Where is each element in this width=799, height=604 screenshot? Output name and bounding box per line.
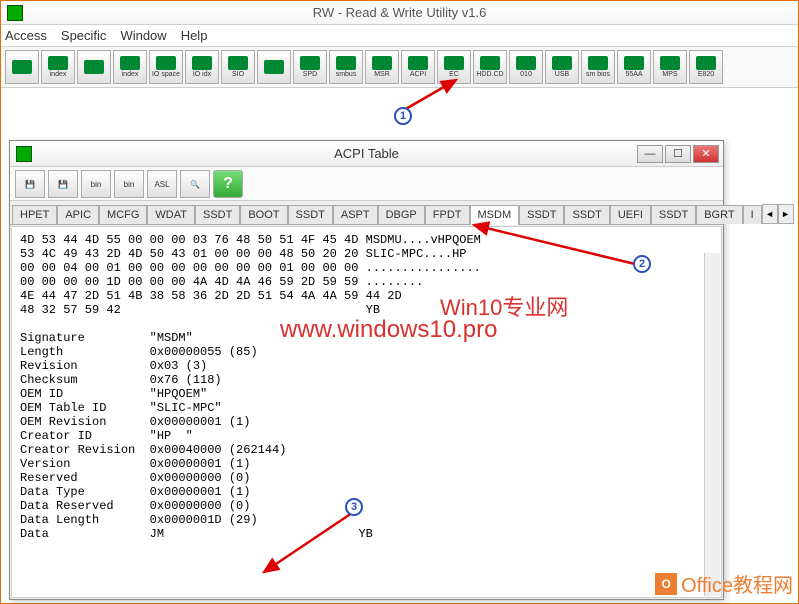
spd-icon[interactable]: SPD: [293, 50, 327, 84]
mem-icon[interactable]: [5, 50, 39, 84]
index-icon[interactable]: index: [41, 50, 75, 84]
arrow-to-data: [260, 510, 360, 583]
smbus-icon[interactable]: smbus: [329, 50, 363, 84]
savebins-icon[interactable]: bin: [114, 170, 144, 198]
tab-aspt-7[interactable]: ASPT: [333, 205, 378, 224]
tab-hpet-0[interactable]: HPET: [12, 205, 57, 224]
tab-wdat-3[interactable]: WDAT: [147, 205, 195, 224]
menu-specific[interactable]: Specific: [61, 28, 107, 43]
tab-ssdt-4[interactable]: SSDT: [195, 205, 240, 224]
sio-icon[interactable]: SIO: [221, 50, 255, 84]
menu-help[interactable]: Help: [181, 28, 208, 43]
tab-apic-1[interactable]: APIC: [57, 205, 99, 224]
tab-bgrt-15[interactable]: BGRT: [696, 205, 742, 224]
index2-icon[interactable]: index: [113, 50, 147, 84]
main-titlebar: RW - Read & Write Utility v1.6: [1, 1, 798, 25]
tab-dbgp-8[interactable]: DBGP: [378, 205, 425, 224]
tab-scroll-right[interactable]: ►: [778, 204, 794, 224]
mem2-icon[interactable]: [77, 50, 111, 84]
child-app-icon: [16, 146, 32, 162]
tab-fpdt-9[interactable]: FPDT: [425, 205, 470, 224]
hex-text: 4D 53 44 4D 55 00 00 00 03 76 48 50 51 4…: [20, 233, 713, 541]
close-button[interactable]: ✕: [693, 145, 719, 163]
asl-icon[interactable]: ASL: [147, 170, 177, 198]
arrow-to-acpi-icon: [404, 78, 464, 121]
child-title: ACPI Table: [10, 146, 723, 161]
tab-i-16[interactable]: I: [743, 205, 762, 224]
arrow-to-msdm-tab: [470, 222, 640, 275]
tab-boot-5[interactable]: BOOT: [240, 205, 287, 224]
logo-text: Office教程网: [681, 569, 793, 598]
child-toolbar: 💾💾binbinASL🔍?: [10, 167, 723, 201]
ioindex-icon[interactable]: IO idx: [185, 50, 219, 84]
hdd-icon[interactable]: HDD.CD: [473, 50, 507, 84]
hex-content-pane[interactable]: 4D 53 44 4D 55 00 00 00 03 76 48 50 51 4…: [11, 226, 722, 598]
e820-icon[interactable]: E820: [689, 50, 723, 84]
savebin-icon[interactable]: bin: [81, 170, 111, 198]
callout-1: 1: [394, 107, 412, 125]
search-icon[interactable]: 🔍: [180, 170, 210, 198]
fivefiveaa-icon[interactable]: 55AA: [617, 50, 651, 84]
iospace-icon[interactable]: IO space: [149, 50, 183, 84]
callout-3: 3: [345, 498, 363, 516]
maximize-button[interactable]: ☐: [665, 145, 691, 163]
vertical-scrollbar[interactable]: [704, 253, 720, 596]
tab-scroll-left[interactable]: ◄: [762, 204, 778, 224]
minimize-button[interactable]: —: [637, 145, 663, 163]
logo-square-icon: O: [655, 573, 677, 595]
tab-ssdt-6[interactable]: SSDT: [288, 205, 333, 224]
main-toolbar: indexindexIO spaceIO idxSIOSPDsmbusMSRAC…: [1, 47, 798, 88]
help-icon[interactable]: ?: [213, 170, 243, 198]
redaction-box-1: [445, 500, 680, 540]
callout-2: 2: [633, 255, 651, 273]
usb-icon[interactable]: USB: [545, 50, 579, 84]
tab-ssdt-14[interactable]: SSDT: [651, 205, 696, 224]
save-icon[interactable]: 💾: [15, 170, 45, 198]
menu-access[interactable]: Access: [5, 28, 47, 43]
msr-icon[interactable]: MSR: [365, 50, 399, 84]
clock-icon[interactable]: [257, 50, 291, 84]
saveall-icon[interactable]: 💾: [48, 170, 78, 198]
child-titlebar: ACPI Table — ☐ ✕: [10, 141, 723, 167]
main-title: RW - Read & Write Utility v1.6: [0, 5, 799, 20]
mps-icon[interactable]: MPS: [653, 50, 687, 84]
drive-icon[interactable]: 010: [509, 50, 543, 84]
tab-mcfg-2[interactable]: MCFG: [99, 205, 147, 224]
smbios-icon[interactable]: sm bios: [581, 50, 615, 84]
window-buttons: — ☐ ✕: [637, 145, 723, 163]
menu-window[interactable]: Window: [120, 28, 166, 43]
office-tutorial-logo: O Office教程网: [655, 569, 793, 598]
menubar: Access Specific Window Help: [1, 25, 798, 47]
app-icon: [7, 5, 23, 21]
